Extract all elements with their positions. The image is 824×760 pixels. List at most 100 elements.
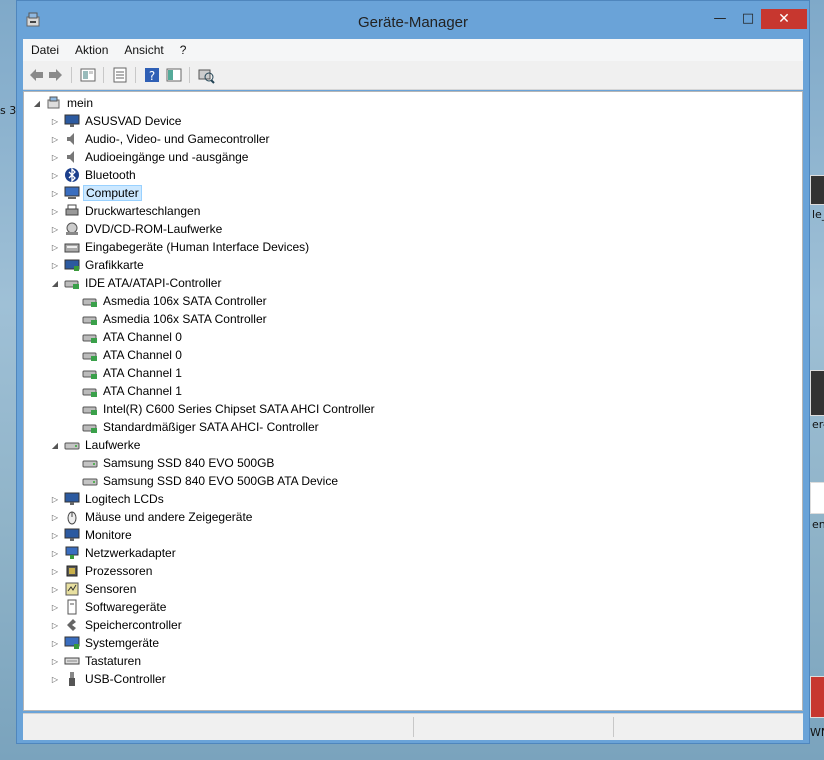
- help-icon[interactable]: ?: [143, 66, 161, 84]
- expand-arrow-icon[interactable]: ▷: [50, 184, 60, 202]
- desktop-shortcut-icon[interactable]: [810, 482, 824, 514]
- tree-device[interactable]: ATA Channel 0: [68, 328, 184, 346]
- tree-category[interactable]: ▷ Grafikkarte: [50, 256, 146, 274]
- expand-arrow-icon[interactable]: ▷: [50, 598, 60, 616]
- ide-controller-icon: [82, 370, 97, 379]
- expand-arrow-icon[interactable]: ▷: [50, 148, 60, 166]
- expand-arrow-icon[interactable]: ▷: [50, 112, 60, 130]
- window-title: Geräte-Manager: [357, 14, 469, 31]
- tree-item-label: ATA Channel 0: [103, 330, 182, 344]
- view-icon[interactable]: [165, 66, 183, 84]
- tree-item-label: ASUSVAD Device: [85, 114, 182, 128]
- tree-category[interactable]: ▷ USB-Controller: [50, 670, 168, 688]
- collapse-arrow-icon[interactable]: ◢: [50, 274, 60, 292]
- expand-arrow-icon[interactable]: ▷: [50, 490, 60, 508]
- disk-drive-icon: [64, 442, 80, 450]
- tree-root[interactable]: ◢ mein: [32, 94, 95, 112]
- desktop-shortcut-icon[interactable]: [810, 370, 824, 416]
- desktop-shortcut-icon[interactable]: [810, 676, 824, 718]
- expand-arrow-icon[interactable]: ▷: [50, 220, 60, 238]
- collapse-arrow-icon[interactable]: ◢: [32, 94, 42, 112]
- tree-category[interactable]: ▷ Druckwarteschlangen: [50, 202, 202, 220]
- tree-device[interactable]: Intel(R) C600 Series Chipset SATA AHCI C…: [68, 400, 377, 418]
- menu-help[interactable]: ?: [172, 43, 195, 57]
- menu-ansicht[interactable]: Ansicht: [116, 43, 171, 57]
- tree-item-label: Audioeingänge und -ausgänge: [85, 150, 249, 164]
- tree-category[interactable]: ▷ DVD/CD-ROM-Laufwerke: [50, 220, 224, 238]
- expand-arrow-icon[interactable]: ▷: [50, 562, 60, 580]
- ide-controller-icon: [64, 280, 79, 289]
- tree-category[interactable]: ▷ Audioeingänge und -ausgänge: [50, 148, 250, 166]
- title-bar[interactable]: Geräte-Manager — □ ✕: [17, 1, 809, 39]
- expand-arrow-icon[interactable]: ▷: [50, 544, 60, 562]
- status-separator: [413, 717, 414, 737]
- status-separator: [613, 717, 614, 737]
- monitor-icon: [64, 528, 80, 541]
- tree-device[interactable]: Standardmäßiger SATA AHCI- Controller: [68, 418, 321, 436]
- minimize-button[interactable]: —: [707, 9, 733, 29]
- tree-category[interactable]: ▷ Speichercontroller: [50, 616, 184, 634]
- tree-device[interactable]: Asmedia 106x SATA Controller: [68, 310, 269, 328]
- expand-arrow-icon[interactable]: ▷: [50, 616, 60, 634]
- tree-category[interactable]: ▷ Monitore: [50, 526, 134, 544]
- expand-arrow-icon[interactable]: ▷: [50, 670, 60, 688]
- expand-arrow-icon[interactable]: ▷: [50, 202, 60, 220]
- tree-category[interactable]: ▷ Tastaturen: [50, 652, 143, 670]
- menu-aktion[interactable]: Aktion: [67, 43, 116, 57]
- hid-icon: [64, 243, 80, 253]
- expand-arrow-icon[interactable]: ▷: [50, 166, 60, 184]
- tree-category[interactable]: ▷ Netzwerkadapter: [50, 544, 178, 562]
- tree-category[interactable]: ▷ Audio-, Video- und Gamecontroller: [50, 130, 272, 148]
- expand-arrow-icon[interactable]: ▷: [50, 652, 60, 670]
- maximize-button[interactable]: □: [735, 9, 761, 29]
- expand-arrow-icon[interactable]: ▷: [50, 256, 60, 274]
- tree-device[interactable]: ATA Channel 1: [68, 382, 184, 400]
- tree-category[interactable]: ▷ Bluetooth: [50, 166, 138, 184]
- tree-device[interactable]: Samsung SSD 840 EVO 500GB: [68, 454, 276, 472]
- expand-arrow-icon[interactable]: ▷: [50, 526, 60, 544]
- expand-arrow-icon[interactable]: ▷: [50, 580, 60, 598]
- tree-category[interactable]: ▷ Eingabegeräte (Human Interface Devices): [50, 238, 311, 256]
- tree-device[interactable]: Samsung SSD 840 EVO 500GB ATA Device: [68, 472, 340, 490]
- tree-category[interactable]: ◢ IDE ATA/ATAPI-Controller: [50, 274, 223, 292]
- tree-item-label: Standardmäßiger SATA AHCI- Controller: [103, 420, 319, 434]
- tree-device[interactable]: ATA Channel 0: [68, 346, 184, 364]
- tree-item-label: Prozessoren: [85, 564, 153, 578]
- tree-category[interactable]: ▷ Sensoren: [50, 580, 138, 598]
- back-icon[interactable]: [27, 66, 45, 84]
- properties-icon[interactable]: [111, 66, 129, 84]
- tree-category[interactable]: ◢ Laufwerke: [50, 436, 142, 454]
- toolbar-separator: [71, 67, 72, 83]
- tree-category[interactable]: ▷ Prozessoren: [50, 562, 154, 580]
- tree-item-label: Druckwarteschlangen: [85, 204, 201, 218]
- scan-hardware-icon[interactable]: [197, 66, 215, 84]
- ide-controller-icon: [82, 388, 97, 397]
- desktop-shortcut-icon[interactable]: [810, 175, 824, 205]
- tree-category[interactable]: ▷ Computer: [50, 184, 142, 202]
- expand-arrow-icon[interactable]: ▷: [50, 130, 60, 148]
- device-tree[interactable]: ◢ mein ▷ ASUSVAD Device ▷ Audio-, Video- un…: [23, 91, 803, 711]
- tree-category[interactable]: ▷ Mäuse und andere Zeigegeräte: [50, 508, 254, 526]
- desktop-label-fragment: WN: [810, 726, 824, 739]
- menu-datei[interactable]: Datei: [23, 43, 67, 57]
- tree-category[interactable]: ▷ Softwaregeräte: [50, 598, 168, 616]
- tree-category[interactable]: ▷ Logitech LCDs: [50, 490, 166, 508]
- expand-arrow-icon[interactable]: ▷: [50, 634, 60, 652]
- up-level-icon[interactable]: [79, 66, 97, 84]
- tree-category[interactable]: ▷ Systemgeräte: [50, 634, 161, 652]
- expand-arrow-icon[interactable]: ▷: [50, 238, 60, 256]
- tree-item-label: Sensoren: [85, 582, 137, 596]
- expand-arrow-icon[interactable]: ▷: [50, 508, 60, 526]
- tree-device[interactable]: Asmedia 106x SATA Controller: [68, 292, 269, 310]
- tree-category[interactable]: ▷ ASUSVAD Device: [50, 112, 183, 130]
- close-button[interactable]: ✕: [761, 9, 807, 29]
- printer-icon: [65, 204, 79, 216]
- tree-item-label: Asmedia 106x SATA Controller: [103, 294, 267, 308]
- desktop-label-fragment: en: [812, 518, 824, 531]
- collapse-arrow-icon[interactable]: ◢: [50, 436, 60, 454]
- tree-device[interactable]: ATA Channel 1: [68, 364, 184, 382]
- forward-icon[interactable]: [47, 66, 65, 84]
- bluetooth-icon: [65, 167, 79, 183]
